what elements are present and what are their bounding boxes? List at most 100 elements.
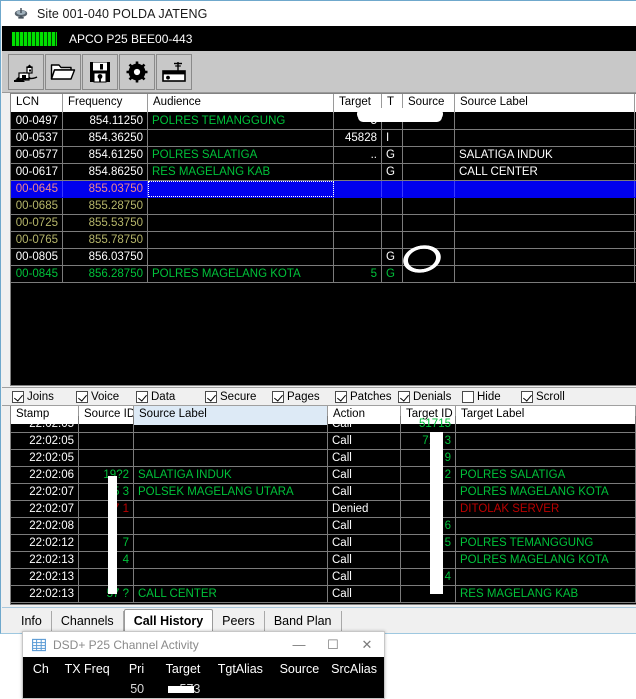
channels-grid-row[interactable]: 00-0617 854.86250 RES MAGELANG KAB G CALL CE… (11, 164, 636, 181)
maximize-button[interactable]: ☐ (316, 633, 350, 657)
dsd-column-header-target[interactable]: Target (151, 659, 207, 679)
call-history-cell-stamp: 22:02:08 (11, 518, 79, 534)
dsd-table-row[interactable]: 50 573 (23, 679, 384, 698)
dsd-column-header-source[interactable]: Source (270, 659, 326, 679)
filter-checkbox-secure[interactable]: Secure (205, 390, 256, 403)
save-file-button[interactable] (82, 53, 118, 90)
call-history-grid[interactable]: Stamp Source ID Source Label Action Targ… (10, 406, 636, 605)
channels-cell-lcn: 00-0765 (11, 232, 63, 248)
dsd-cell-src-alias (326, 679, 384, 698)
open-file-button[interactable] (45, 53, 81, 90)
checkbox-checked-icon[interactable] (205, 390, 217, 403)
settings-button[interactable] (119, 53, 155, 90)
call-history-row[interactable]: 22:02:05 Call 717 3 (11, 433, 636, 450)
column-header-target[interactable]: Target (334, 94, 382, 113)
column-header-lcn[interactable]: LCN (11, 94, 63, 113)
call-history-cell-stamp: 22:02:05 (11, 416, 79, 432)
channels-cell-frequency: 855.03750 (63, 181, 148, 197)
filter-checkbox-patches[interactable]: Patches (335, 390, 392, 403)
checkbox-unchecked-icon[interactable] (462, 390, 474, 403)
channels-grid-row[interactable]: 00-0685 855.28750 (11, 198, 636, 215)
channels-grid-row[interactable]: 00-0845 856.28750 POLRES MAGELANG KOTA 5 G (11, 266, 636, 283)
channels-cell-source-label (455, 249, 635, 265)
call-history-cell-target-id: 5 (401, 535, 456, 551)
dsd-column-header-pri[interactable]: Pri (117, 659, 151, 679)
channels-cell-source (403, 147, 455, 163)
channels-grid-row[interactable]: 00-0537 854.36250 45828 I (11, 130, 636, 147)
channels-cell-audience (148, 181, 334, 197)
channels-cell-lcn: 00-0725 (11, 215, 63, 231)
channels-cell-source-label: CALL CENTER (455, 164, 635, 180)
call-history-cell-stamp: 22:02:07 (11, 484, 79, 500)
filter-checkbox-denials[interactable]: Denials (398, 390, 451, 403)
call-filter-bar: Joins Voice Data Secure Pages Patches Denials H… (2, 387, 636, 406)
dsd-column-header-ch[interactable]: Ch (23, 659, 56, 679)
call-history-row[interactable]: 22:02:08 Call 6 (11, 518, 636, 535)
call-history-cell-source-id (79, 433, 134, 449)
channels-grid-row[interactable]: 00-0577 854.61250 POLRES SALATIGA.. G SALATI… (11, 147, 636, 164)
call-history-cell-action: Call (328, 450, 401, 466)
channels-cell-target (334, 198, 382, 214)
call-history-row[interactable]: 22:02:05 Call 9 (11, 450, 636, 467)
channels-cell-t (382, 215, 403, 231)
checkbox-checked-icon[interactable] (76, 390, 88, 403)
column-header-audience[interactable]: Audience (148, 94, 334, 113)
tab-info[interactable]: Info (12, 611, 52, 633)
tab-call-history[interactable]: Call History (123, 609, 214, 633)
call-history-cell-target-label: POLRES MAGELANG KOTA (456, 484, 636, 500)
filter-checkbox-joins[interactable]: Joins (12, 390, 54, 403)
minimize-button[interactable]: — (282, 633, 316, 657)
call-history-row[interactable]: 22:02:13 Call 4 (11, 569, 636, 586)
call-history-cell-action: Call (328, 552, 401, 568)
column-header-source-label[interactable]: Source Label (455, 94, 635, 113)
call-history-row[interactable]: 22:02:13 4 Call POLRES MAGELANG KOTA (11, 552, 636, 569)
channels-cell-t (382, 198, 403, 214)
filter-checkbox-scroll[interactable]: Scroll (521, 390, 565, 403)
channels-cell-lcn: 00-0645 (11, 181, 63, 197)
channels-grid[interactable]: LCN Frequency Audience Target T Source S… (10, 93, 636, 386)
channels-grid-row[interactable]: 00-0645 855.03750 (11, 181, 636, 198)
channels-cell-audience: RES MAGELANG KAB (148, 164, 334, 180)
filter-checkbox-data[interactable]: Data (136, 390, 175, 403)
filter-checkbox-pages[interactable]: Pages (272, 390, 320, 403)
checkbox-checked-icon[interactable] (272, 390, 284, 403)
column-header-t[interactable]: T (382, 94, 403, 113)
checkbox-checked-icon[interactable] (335, 390, 347, 403)
call-history-row[interactable]: 22:02:13 57 ? CALL CENTER Call RES MAGELANG … (11, 586, 636, 603)
call-history-row[interactable]: 22:02:05 Call 51715 (11, 416, 636, 433)
call-history-cell-target-label (456, 450, 636, 466)
radio-button[interactable] (156, 53, 192, 90)
channels-grid-row[interactable]: 00-0497 854.11250 POLRES TEMANGGUNG 5 (11, 113, 636, 130)
channels-cell-source-label (455, 266, 635, 282)
call-history-row[interactable]: 22:02:07 7 1 Denied DITOLAK SERVER (11, 501, 636, 518)
site-home-button[interactable] (8, 53, 44, 90)
dsd-column-header-src-alias[interactable]: SrcAlias (326, 659, 384, 679)
channels-grid-row[interactable]: 00-0725 855.53750 (11, 215, 636, 232)
tab-peers[interactable]: Peers (213, 611, 265, 633)
call-history-cell-stamp: 22:02:12 (11, 535, 79, 551)
tab-channels[interactable]: Channels (52, 611, 124, 633)
call-history-cell-source-label (134, 569, 328, 585)
column-header-frequency[interactable]: Frequency (63, 94, 148, 113)
checkbox-checked-icon[interactable] (398, 390, 410, 403)
channels-cell-lcn: 00-0845 (11, 266, 63, 282)
call-history-row[interactable]: 22:02:06 19?2 SALATIGA INDUK Call 2 POLRES SA… (11, 467, 636, 484)
checkbox-checked-icon[interactable] (12, 390, 24, 403)
filter-checkbox-hide[interactable]: Hide (462, 390, 501, 403)
channels-cell-lcn: 00-0497 (11, 113, 63, 129)
checkbox-checked-icon[interactable] (136, 390, 148, 403)
call-history-cell-source-label (134, 450, 328, 466)
dsd-column-header-tx-freq[interactable]: TX Freq (56, 659, 117, 679)
filter-checkbox-voice[interactable]: Voice (76, 390, 119, 403)
column-header-source[interactable]: Source (403, 94, 455, 113)
call-history-row[interactable]: 22:02:12 7 Call 5 POLRES TEMANGGUNG (11, 535, 636, 552)
tab-band-plan[interactable]: Band Plan (265, 611, 342, 633)
close-button[interactable]: ✕ (350, 633, 384, 657)
channels-cell-audience: POLRES SALATIGA (148, 147, 334, 163)
channels-cell-source-label: SALATIGA INDUK (455, 147, 635, 163)
checkbox-checked-icon[interactable] (521, 390, 533, 403)
call-history-row[interactable]: 22:02:07 5 3 POLSEK MAGELANG UTARA Call POLR… (11, 484, 636, 501)
channels-grid-row[interactable]: 00-0805 856.03750 G (11, 249, 636, 266)
dsd-column-header-tgt-alias[interactable]: TgtAlias (207, 659, 270, 679)
channels-grid-row[interactable]: 00-0765 855.78750 (11, 232, 636, 249)
